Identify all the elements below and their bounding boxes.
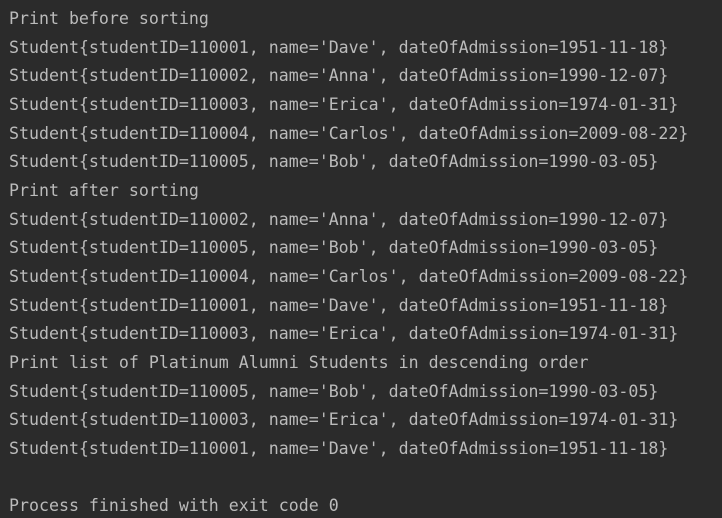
console-line: Student{studentID=110004, name='Carlos',… xyxy=(9,123,689,143)
console-line: Student{studentID=110003, name='Erica', … xyxy=(9,94,679,114)
console-line: Print after sorting xyxy=(9,180,199,200)
console-line: Print before sorting xyxy=(9,9,209,28)
console-line: Student{studentID=110005, name='Bob', da… xyxy=(9,238,659,258)
console-line: Student{studentID=110002, name='Anna', d… xyxy=(9,66,669,86)
console-line: Student{studentID=110003, name='Erica', … xyxy=(9,324,679,344)
process-exit-message: Process finished with exit code 0 xyxy=(9,496,339,516)
console-line: Student{studentID=110001, name='Dave', d… xyxy=(9,37,669,57)
console-line: Student{studentID=110001, name='Dave', d… xyxy=(9,438,669,458)
console-line: Student{studentID=110001, name='Dave', d… xyxy=(9,295,669,315)
console-line: Student{studentID=110005, name='Bob', da… xyxy=(9,381,659,401)
console-output[interactable]: Print before sorting Student{studentID=1… xyxy=(0,0,722,518)
console-line: Print list of Platinum Alumni Students i… xyxy=(9,352,589,372)
console-line: Student{studentID=110002, name='Anna', d… xyxy=(9,209,669,229)
console-line: Student{studentID=110004, name='Carlos',… xyxy=(9,266,689,286)
console-line: Student{studentID=110003, name='Erica', … xyxy=(9,410,679,430)
console-line: Student{studentID=110005, name='Bob', da… xyxy=(9,152,659,172)
